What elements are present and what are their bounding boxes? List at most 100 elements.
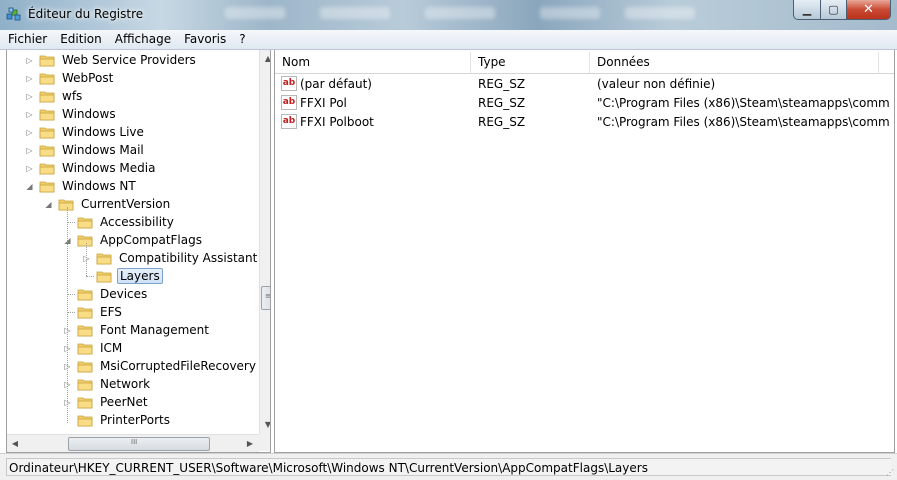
expand-arrow-icon[interactable]: ▷ [25,92,34,101]
menu-bar: Fichier Edition Affichage Favoris ? [0,30,897,50]
tree-item-label: Layers [117,268,163,284]
tree-item[interactable]: ▷ Web Service Providers [25,51,198,69]
expand-arrow-icon[interactable]: ▷ [25,74,34,83]
expand-arrow-icon[interactable]: ▷ [25,56,34,65]
collapse-arrow-icon[interactable]: ◢ [25,182,34,191]
collapse-arrow-icon[interactable]: ◢ [44,200,53,209]
expand-arrow-icon[interactable]: ▷ [25,110,34,119]
tree-item[interactable]: ▷ Windows [25,105,118,123]
tree-item[interactable]: ▷ MsiCorruptedFileRecovery [63,357,258,375]
tree-item[interactable]: Layers [82,267,163,285]
tree-item[interactable]: ▷ WebPost [25,69,115,87]
folder-icon [77,397,93,408]
tree-item[interactable]: PrinterPorts [63,411,172,429]
value-type: REG_SZ [478,77,526,91]
folder-icon [96,271,112,282]
folder-icon [39,145,55,156]
tree-item[interactable]: ▷ Windows Mail [25,141,146,159]
values-list[interactable]: Nom Type Données ab (par défaut) REG_SZ (… [274,50,895,453]
tree-item[interactable]: ▷ PeerNet [63,393,150,411]
folder-icon [39,109,55,120]
tree-connector-line [67,222,75,223]
expand-arrow-icon[interactable]: ▷ [25,128,34,137]
value-name-cell: ab FFXI Pol [281,94,469,113]
value-data: (valeur non définie) [597,77,716,91]
tree-item-label: WebPost [62,71,114,85]
close-button[interactable]: ✕ [847,0,891,20]
menu-help[interactable]: ? [234,31,250,48]
folder-icon [39,55,55,66]
tree-item[interactable]: Accessibility [63,213,176,231]
horizontal-scroll-thumb[interactable]: III [68,437,210,451]
resize-grip-icon[interactable]: ⋰ [886,468,894,477]
tree-vertical-scrollbar[interactable]: ▲ ≡ ▼ [259,50,271,434]
key-path: Ordinateur\HKEY_CURRENT_USER\Software\Mi… [6,458,891,476]
value-data: "C:\Program Files (x86)\Steam\steamapps\… [597,96,889,110]
folder-icon [96,253,112,264]
scroll-left-arrow-icon[interactable]: ◀ [7,435,23,452]
tree-item[interactable]: ▷ Font Management [63,321,211,339]
folder-icon [77,217,93,228]
scroll-down-arrow-icon[interactable]: ▼ [260,416,270,432]
tree-item-label: Network [100,377,151,391]
tree-item[interactable]: ▷ Compatibility Assistant [82,249,259,267]
tree-item-label: Windows NT [62,179,136,193]
background-blur [225,7,285,19]
list-row[interactable]: ab (par défaut) REG_SZ (valeur non défini… [275,75,894,94]
list-row[interactable]: ab FFXI Pol REG_SZ "C:\Program Files (x86… [275,94,894,113]
column-header-type[interactable]: Type [471,52,590,73]
scroll-right-arrow-icon[interactable]: ▶ [242,435,258,452]
tree-item[interactable]: ◢ AppCompatFlags [63,231,204,249]
folder-icon [39,181,55,192]
folder-icon [39,163,55,174]
tree-item-label: Devices [100,287,148,301]
tree-item[interactable]: ◢ Windows NT [25,177,138,195]
column-header-nom[interactable]: Nom [275,52,471,73]
vertical-scroll-thumb[interactable]: ≡ [261,286,271,310]
list-row[interactable]: ab FFXI Polboot REG_SZ "C:\Program Files … [275,113,894,132]
value-type: REG_SZ [478,96,526,110]
folder-icon [77,325,93,336]
tree-item-label: wfs [62,89,83,103]
background-blur [425,7,495,19]
tree-connector-line [67,294,75,295]
value-data: "C:\Program Files (x86)\Steam\steamapps\… [597,115,889,129]
menu-edition[interactable]: Edition [55,31,107,48]
close-icon: ✕ [863,2,874,17]
thumb-grip: III [131,438,138,446]
title-bar[interactable]: Éditeur du Registre ▁ ▢ ✕ [0,0,897,30]
status-bar: Ordinateur\HKEY_CURRENT_USER\Software\Mi… [0,453,897,480]
tree-item[interactable]: Devices [63,285,149,303]
value-type: REG_SZ [478,115,526,129]
value-name-cell: ab (par défaut) [281,75,469,94]
background-blur [540,7,600,19]
menu-favoris[interactable]: Favoris [179,31,231,48]
tree-horizontal-scrollbar[interactable]: ◀ III ▶ [7,434,259,452]
tree-item[interactable]: ▷ Network [63,375,152,393]
folder-icon [77,289,93,300]
tree-item[interactable]: ▷ ICM [63,339,124,357]
tree-item[interactable]: ▷ wfs [25,87,84,105]
tree-item-label: Windows [62,107,116,121]
thumb-grip: ≡ [265,292,271,300]
menu-affichage[interactable]: Affichage [110,31,176,48]
tree-item-label: AppCompatFlags [100,233,202,247]
folder-icon [77,307,93,318]
maximize-button[interactable]: ▢ [821,0,847,20]
scrollbar-corner [259,434,270,451]
menu-fichier[interactable]: Fichier [3,31,52,48]
expand-arrow-icon[interactable]: ▷ [25,164,34,173]
value-name-cell: ab FFXI Polboot [281,113,469,132]
folder-icon [77,361,93,372]
tree-item[interactable]: ▷ Windows Live [25,123,146,141]
tree-item-label: CurrentVersion [81,197,171,211]
minimize-button[interactable]: ▁ [793,0,821,20]
column-header-donnees[interactable]: Données [590,52,879,73]
tree-item[interactable]: ▷ Windows Media [25,159,157,177]
registry-tree[interactable]: ▷ Web Service Providers ▷ WebPost ▷ wfs ▷ Windo… [6,50,271,453]
tree-item-label: ICM [100,341,123,355]
regedit-icon[interactable] [6,6,22,22]
tree-item[interactable]: ◢ CurrentVersion [44,195,172,213]
expand-arrow-icon[interactable]: ▷ [25,146,34,155]
scroll-up-arrow-icon[interactable]: ▲ [260,50,270,66]
